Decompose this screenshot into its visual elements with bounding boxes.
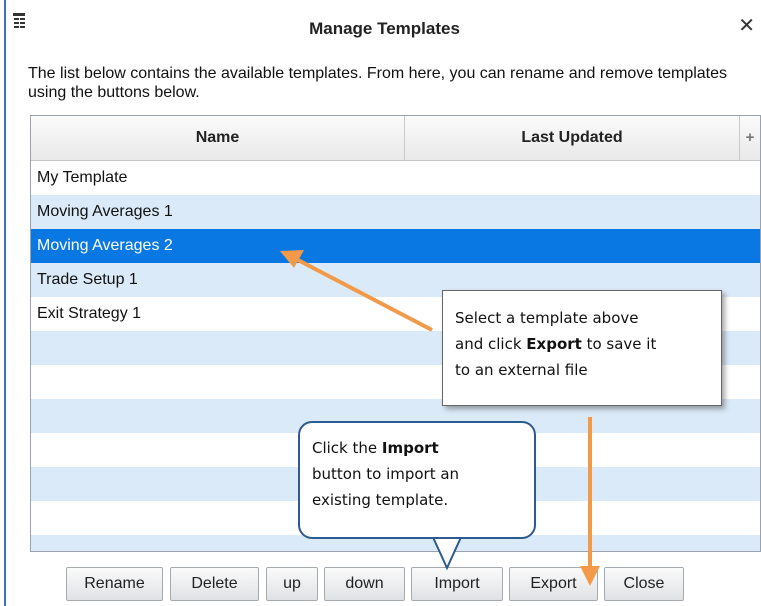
import-callout: Click the Import button to import an exi… [298, 421, 536, 539]
export-callout-line1: Select a template above [455, 309, 639, 327]
export-callout: Select a template above and click Export… [442, 290, 722, 406]
export-callout-line2: and click Export to save it [455, 335, 657, 353]
import-callout-line1: Click the Import [312, 439, 439, 457]
export-callout-line3: to an external file [455, 361, 588, 379]
annotation-arrow-icon [280, 250, 433, 332]
import-callout-line3: existing template. [312, 491, 449, 509]
annotation-arrow-icon [580, 417, 600, 586]
import-callout-line2: button to import an [312, 465, 460, 483]
